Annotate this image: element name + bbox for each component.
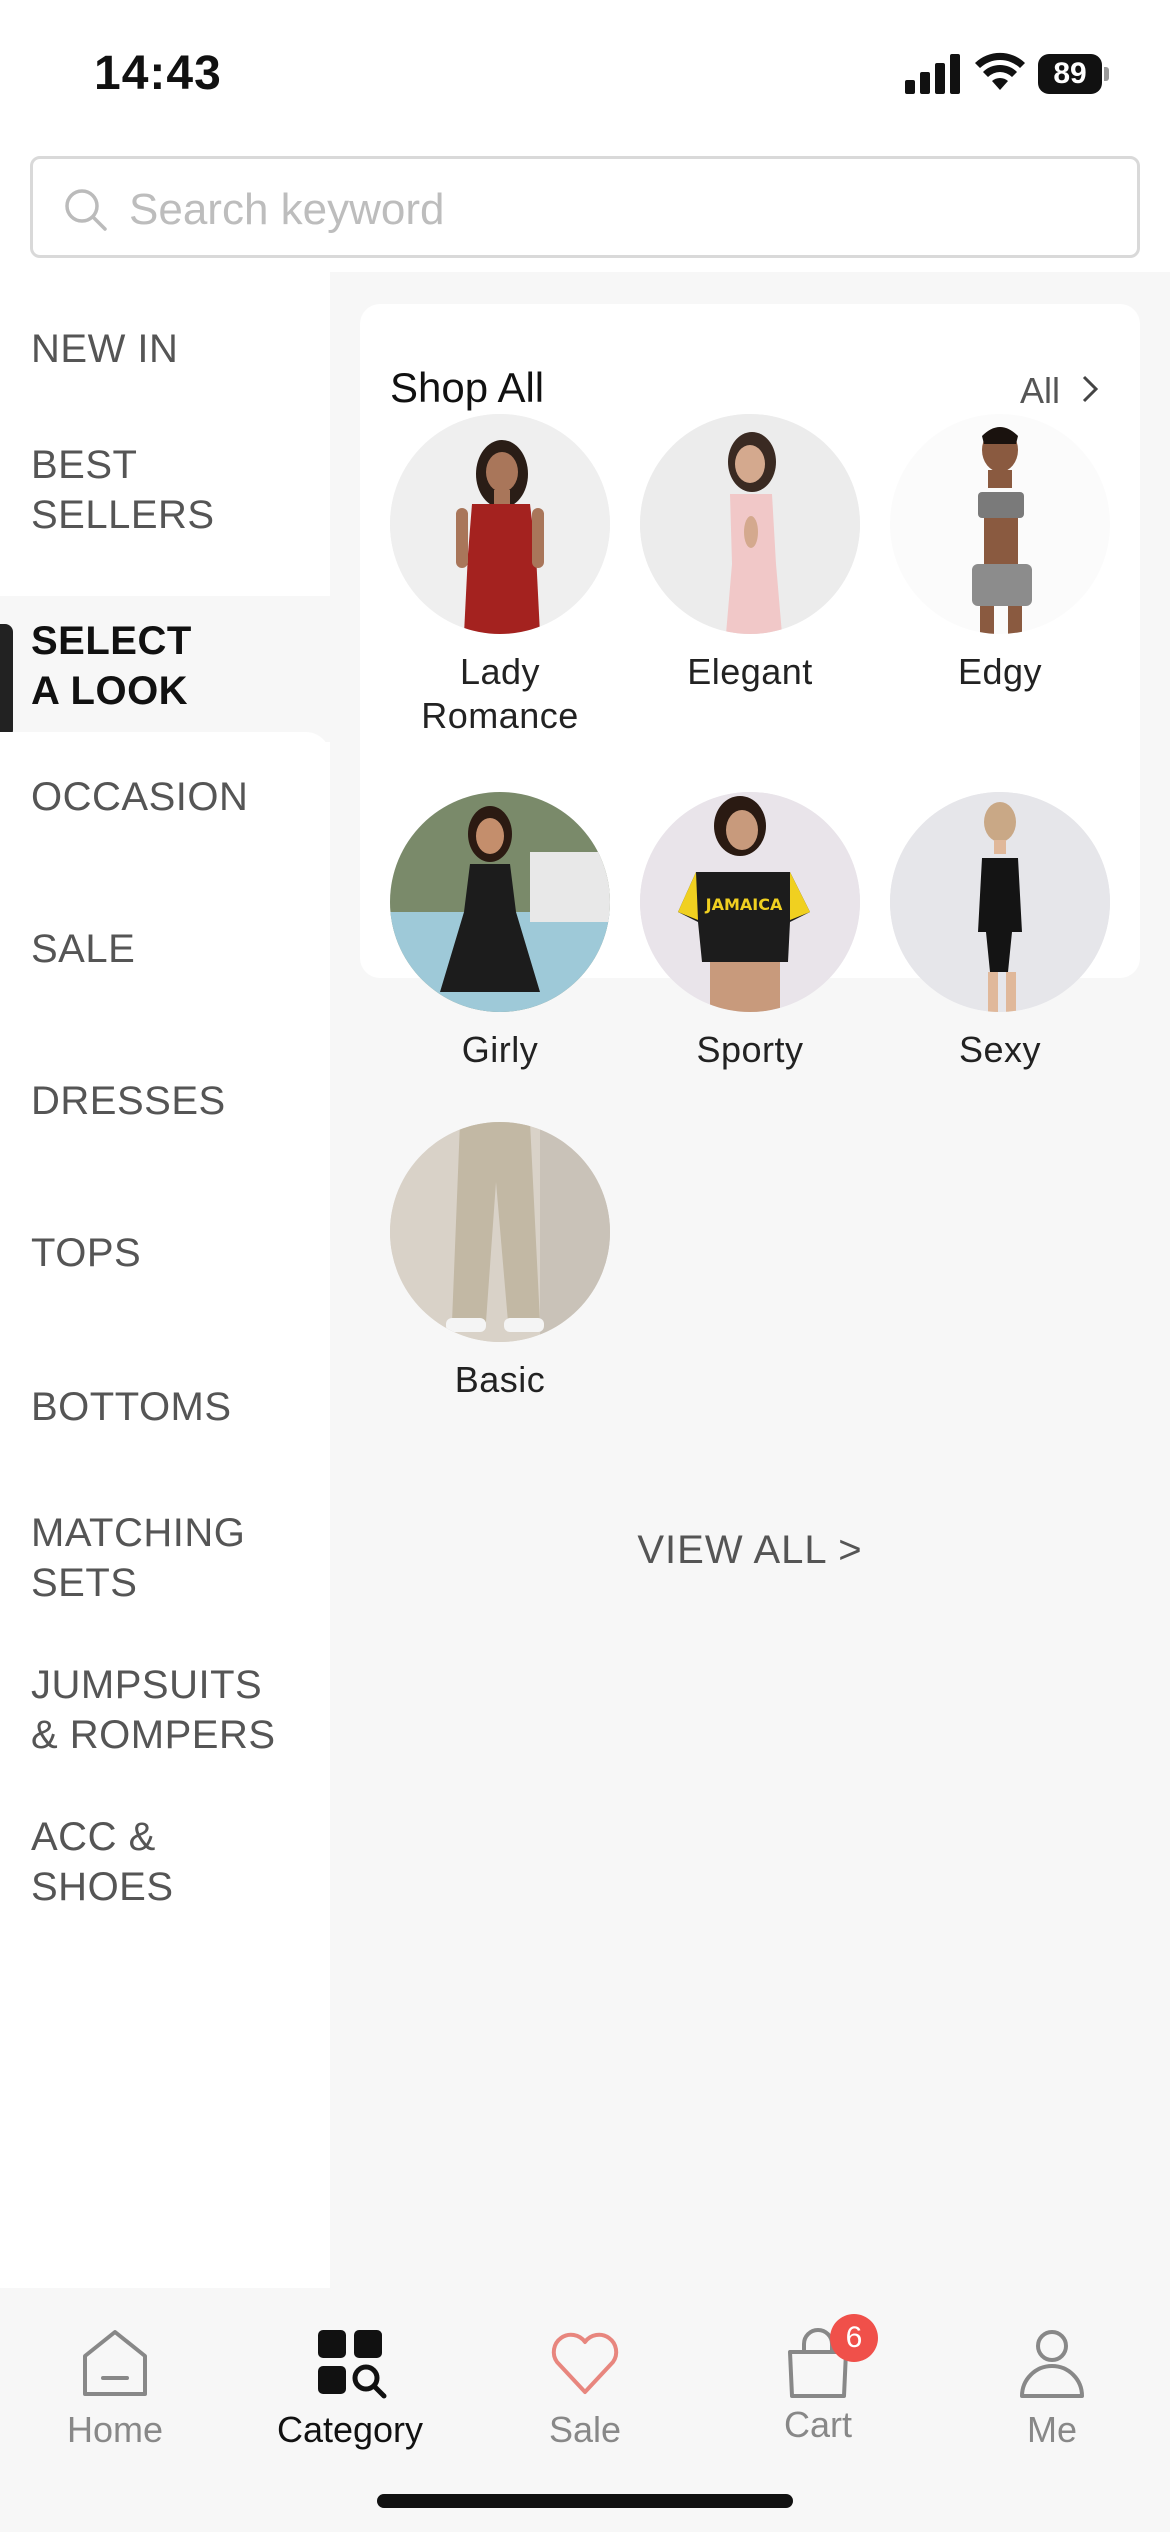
tab-me[interactable]: Me: [962, 2322, 1142, 2451]
look-image: [390, 414, 610, 634]
look-lady-romance[interactable]: Lady Romance: [390, 414, 610, 738]
look-elegant[interactable]: Elegant: [640, 414, 860, 694]
status-bar: 14:43 89: [0, 0, 1170, 150]
look-sexy[interactable]: Sexy: [890, 792, 1110, 1072]
look-label: Sexy: [958, 1029, 1042, 1070]
look-sporty[interactable]: JAMAICA Sporty: [640, 792, 860, 1072]
tab-cart[interactable]: 6 Cart: [728, 2314, 908, 2446]
sidebar-item-matching-sets[interactable]: MATCHING SETS: [0, 1492, 330, 1644]
look-label: Basic: [454, 1359, 546, 1400]
look-image: [390, 792, 610, 1012]
battery-level: 89: [1038, 54, 1102, 94]
look-image: [640, 414, 860, 634]
battery-icon: 89: [1038, 54, 1109, 94]
chevron-right-icon[interactable]: [1074, 372, 1104, 406]
sidebar-item-best-sellers[interactable]: BEST SELLERS: [0, 434, 330, 586]
sidebar-item-select-a-look[interactable]: SELECT A LOOK: [0, 596, 330, 742]
look-image: [890, 414, 1110, 634]
sidebar-item-dresses[interactable]: DRESSES: [0, 1036, 330, 1188]
look-girly[interactable]: Girly: [390, 792, 610, 1072]
look-label: Girly: [461, 1029, 539, 1070]
tab-home[interactable]: Home: [25, 2322, 205, 2451]
wifi-icon: [975, 52, 1025, 90]
category-icon: [318, 2330, 387, 2399]
home-icon: [83, 2330, 147, 2396]
look-edgy[interactable]: Edgy: [890, 414, 1110, 694]
look-label: Sporty: [696, 1029, 804, 1070]
bag-icon: 6: [778, 2314, 878, 2402]
all-link[interactable]: All: [1020, 370, 1060, 412]
status-time: 14:43: [94, 47, 222, 100]
tab-label: Sale: [548, 2409, 622, 2450]
cellular-signal-icon: [905, 54, 961, 94]
tab-category[interactable]: Category: [260, 2322, 440, 2451]
svg-text:JAMAICA: JAMAICA: [705, 895, 783, 914]
sidebar-item-acc-shoes[interactable]: ACC & SHOES: [0, 1796, 330, 1948]
home-indicator: [377, 2494, 793, 2508]
look-image: [390, 1122, 610, 1342]
look-label: Lady Romance: [421, 651, 579, 736]
shop-all-card: Shop All All Lady Romance Elegant Edgy G…: [360, 304, 1140, 1400]
sidebar-item-sale[interactable]: SALE: [0, 884, 330, 1036]
tab-label: Me: [1026, 2409, 1077, 2450]
view-all-label: VIEW ALL >: [637, 1528, 863, 1572]
search-bar[interactable]: Search keyword: [30, 156, 1140, 258]
section-title: Shop All: [390, 364, 545, 411]
sidebar-item-jumpsuits-rompers[interactable]: JUMPSUITS & ROMPERS: [0, 1644, 330, 1796]
person-icon: [1020, 2330, 1084, 2398]
tab-label: Home: [66, 2409, 164, 2450]
heart-icon: [551, 2332, 619, 2394]
tab-label: Cart: [783, 2404, 852, 2445]
sidebar-item-bottoms[interactable]: BOTTOMS: [0, 1340, 330, 1492]
view-all-link[interactable]: VIEW ALL >: [330, 1528, 1170, 1573]
main-content: Shop All All Lady Romance Elegant Edgy G…: [330, 272, 1170, 2288]
sidebar-item-tops[interactable]: TOPS: [0, 1188, 330, 1340]
tab-sale[interactable]: Sale: [495, 2322, 675, 2451]
look-basic[interactable]: Basic: [390, 1122, 610, 1402]
search-input[interactable]: Search keyword: [129, 185, 444, 235]
tab-label: Category: [276, 2409, 424, 2450]
look-image: [890, 792, 1110, 1012]
sidebar-item-occasion[interactable]: OCCASION: [0, 732, 330, 884]
sidebar-item-new-in[interactable]: NEW IN: [0, 272, 330, 434]
cart-count-badge: 6: [830, 2314, 878, 2362]
category-sidebar: NEW IN BEST SELLERS SELECT A LOOK OCCASI…: [0, 272, 330, 2288]
look-label: Elegant: [687, 651, 813, 692]
look-image: JAMAICA: [640, 792, 860, 1012]
look-label: Edgy: [957, 651, 1043, 692]
search-icon: [65, 189, 107, 231]
